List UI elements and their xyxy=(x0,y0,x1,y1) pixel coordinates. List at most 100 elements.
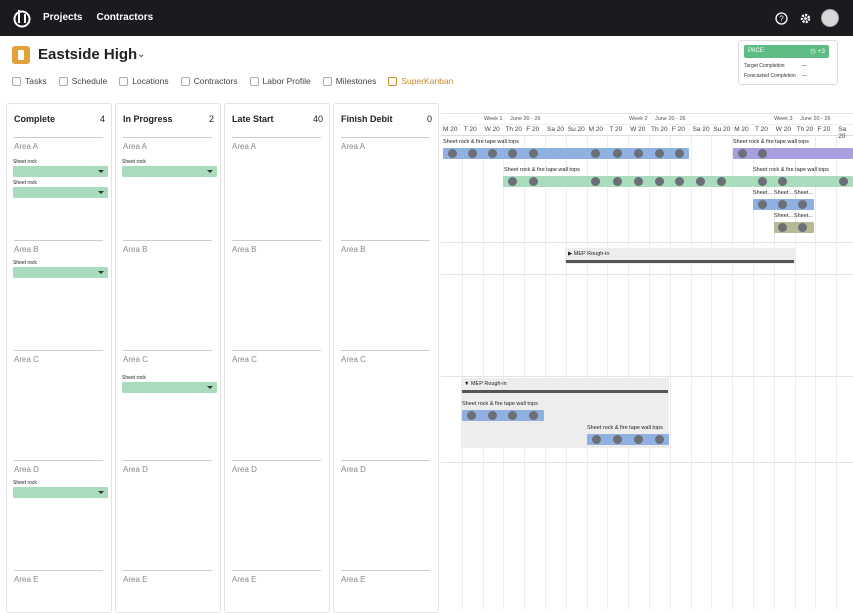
task-card[interactable]: Sheet rock xyxy=(122,159,217,177)
group-label[interactable]: ▼ MEP Rough-in xyxy=(464,381,507,387)
area-divider xyxy=(341,460,430,461)
user-avatar[interactable] xyxy=(821,9,839,27)
grid-column-line xyxy=(607,136,609,609)
grid-column-line xyxy=(836,136,838,609)
task-dot[interactable] xyxy=(798,223,807,232)
svg-text:?: ? xyxy=(779,14,784,23)
area-section: Area C xyxy=(123,350,212,364)
task-card-dropdown[interactable] xyxy=(13,267,108,278)
task-dot[interactable] xyxy=(675,149,684,158)
area-section: Area D xyxy=(232,460,321,474)
gear-icon[interactable] xyxy=(797,10,813,26)
tab-locations[interactable]: Locations xyxy=(119,76,169,86)
task-dot[interactable] xyxy=(613,149,622,158)
task-dot[interactable] xyxy=(508,177,517,186)
project-title[interactable]: Eastside High xyxy=(38,46,137,63)
area-label: Area A xyxy=(123,142,148,151)
task-dot[interactable] xyxy=(634,177,643,186)
tab-labor-profile[interactable]: Labor Profile xyxy=(249,76,311,86)
tab-tasks[interactable]: Tasks xyxy=(12,76,47,86)
task-dot[interactable] xyxy=(634,149,643,158)
app-logo-icon[interactable] xyxy=(12,8,32,28)
task-card-dropdown[interactable] xyxy=(122,166,217,177)
task-dot[interactable] xyxy=(675,177,684,186)
kanban-column[interactable]: Late Start 40 Area A Area B Area C Area D Area… xyxy=(224,103,330,613)
task-dot[interactable] xyxy=(488,149,497,158)
area-divider xyxy=(232,240,321,241)
task-card-dropdown[interactable] xyxy=(13,187,108,198)
tab-superkanban[interactable]: SuperKanban xyxy=(388,76,453,86)
task-card[interactable]: Sheet rock xyxy=(13,260,108,278)
task-dot[interactable] xyxy=(778,200,787,209)
task-bar[interactable] xyxy=(443,148,689,159)
area-section: Area D xyxy=(123,460,212,474)
kanban-column[interactable]: Complete 4 Area A Area B Area C Area D Area E S… xyxy=(6,103,112,613)
grid-column-line xyxy=(711,136,713,609)
task-card[interactable]: Sheet rock xyxy=(13,480,108,498)
task-dot[interactable] xyxy=(613,177,622,186)
task-bar[interactable] xyxy=(753,176,853,187)
grid-column-line xyxy=(815,136,817,609)
day-label: M 20 xyxy=(734,126,749,133)
task-dot[interactable] xyxy=(529,149,538,158)
kanban-column[interactable]: In Progress 2 Area A Area B Area C Area D Area… xyxy=(115,103,221,613)
kanban-column[interactable]: Finish Debit 0 Area A Area B Area C Area D Are… xyxy=(333,103,439,613)
grid-column-line xyxy=(628,136,630,609)
task-dot[interactable] xyxy=(591,149,600,158)
chevron-down-icon[interactable]: ⌄ xyxy=(137,49,145,60)
task-dot[interactable] xyxy=(778,177,787,186)
task-dot[interactable] xyxy=(613,435,622,444)
task-dot[interactable] xyxy=(738,149,747,158)
task-dot[interactable] xyxy=(798,200,807,209)
task-dot[interactable] xyxy=(758,177,767,186)
area-label: Area B xyxy=(14,245,39,254)
task-card-dropdown[interactable] xyxy=(122,382,217,393)
task-dot[interactable] xyxy=(696,177,705,186)
group-label[interactable]: ▶ MEP Rough-in xyxy=(568,251,609,257)
task-dot[interactable] xyxy=(655,177,664,186)
task-card[interactable]: Sheet rock xyxy=(13,180,108,198)
task-dot[interactable] xyxy=(655,435,664,444)
area-divider xyxy=(14,137,103,138)
gantt-chart[interactable]: Week 1 June 20 - 26 Week 2 June 20 - 26 Week… xyxy=(441,113,853,609)
task-dot[interactable] xyxy=(758,200,767,209)
tab-schedule[interactable]: Schedule xyxy=(58,76,107,86)
task-card[interactable]: Sheet rock xyxy=(122,375,217,393)
area-row-divider xyxy=(441,462,853,463)
task-dot[interactable] xyxy=(488,411,497,420)
task-dot[interactable] xyxy=(508,149,517,158)
task-dot[interactable] xyxy=(655,149,664,158)
task-dot[interactable] xyxy=(508,411,517,420)
task-bar[interactable] xyxy=(503,176,753,187)
task-dot[interactable] xyxy=(468,149,477,158)
task-dot[interactable] xyxy=(778,223,787,232)
task-bar[interactable] xyxy=(733,148,853,159)
nav-projects[interactable]: Projects xyxy=(43,12,82,23)
task-dot[interactable] xyxy=(529,177,538,186)
pace-widget[interactable]: PACE ◷ +3 Target Completion — Forecasted … xyxy=(738,40,838,85)
task-dot[interactable] xyxy=(467,411,476,420)
task-dot[interactable] xyxy=(529,411,538,420)
task-card[interactable]: Sheet rock xyxy=(13,159,108,177)
help-icon[interactable]: ? xyxy=(773,10,789,26)
area-section: Area C xyxy=(232,350,321,364)
task-dot[interactable] xyxy=(717,177,726,186)
task-dot[interactable] xyxy=(448,149,457,158)
area-divider xyxy=(123,137,212,138)
day-label: T 20 xyxy=(463,126,477,133)
tab-contractors[interactable]: Contractors xyxy=(180,76,238,86)
tab-milestones[interactable]: Milestones xyxy=(322,76,376,86)
task-dot[interactable] xyxy=(758,149,767,158)
task-dot[interactable] xyxy=(839,177,848,186)
task-dot[interactable] xyxy=(634,435,643,444)
nav-contractors[interactable]: Contractors xyxy=(96,12,153,23)
task-dot[interactable] xyxy=(592,435,601,444)
area-label: Area A xyxy=(14,142,39,151)
task-label: Sheet rock & fire tape wall tops xyxy=(443,139,519,145)
task-card-dropdown[interactable] xyxy=(13,166,108,177)
task-card-dropdown[interactable] xyxy=(13,487,108,498)
area-section: Area C xyxy=(341,350,430,364)
task-card-label: Sheet rock xyxy=(13,480,37,486)
task-dot[interactable] xyxy=(591,177,600,186)
column-header: Finish Debit 0 xyxy=(341,114,432,124)
